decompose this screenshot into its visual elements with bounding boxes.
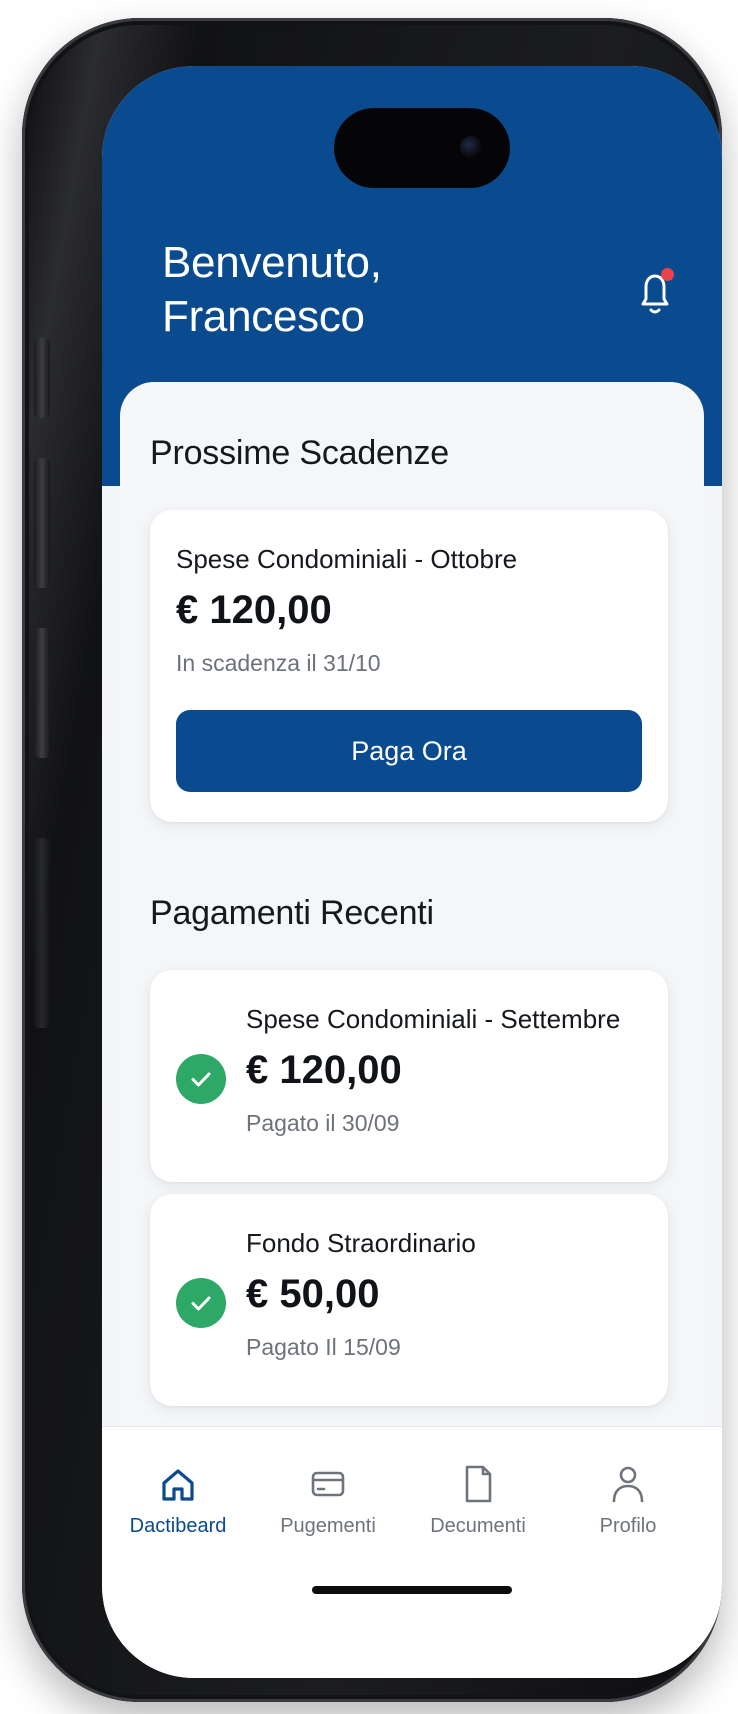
phone-frame: Benvenuto, Francesco Prossime Scadenze S… (22, 18, 722, 1702)
tab-label: Profilo (599, 1515, 657, 1537)
pay-now-button[interactable]: Paga Ora (176, 710, 642, 792)
recent-item-title: Fondo Straordinario (246, 1228, 476, 1258)
side-frame-accent (34, 838, 50, 1028)
document-icon (465, 1465, 492, 1503)
check-circle-icon (176, 1278, 226, 1328)
upcoming-item-due-date: In scadenza il 31/10 (176, 650, 381, 676)
card-icon (311, 1471, 345, 1497)
tab-label: Pugementi (280, 1515, 376, 1537)
tab-profile[interactable]: Profilo (568, 1461, 688, 1538)
app-screen: Benvenuto, Francesco Prossime Scadenze S… (102, 66, 722, 1678)
tab-label: Decumenti (430, 1515, 526, 1537)
upcoming-item-title: Spese Condominiali - Ottobre (176, 544, 518, 574)
volume-up-button (34, 458, 50, 588)
tab-label: Dactibeard (129, 1515, 227, 1537)
bottom-tab-bar: Dactibeard Pugementi Decumenti Profilo (102, 1426, 722, 1678)
welcome-user-name: Francesco (162, 292, 365, 341)
recent-section-title: Pagamenti Recenti (150, 894, 434, 932)
recent-item-title: Spese Condominiali - Settembre (246, 1004, 621, 1034)
recent-payment-card[interactable]: Fondo Straordinario € 50,00 Pagato Il 15… (150, 1194, 668, 1406)
notifications-button[interactable] (634, 268, 676, 320)
recent-item-paid-date: Pagato Il 15/09 (246, 1334, 401, 1360)
welcome-line-1: Benvenuto, (162, 238, 382, 287)
home-indicator[interactable] (312, 1586, 512, 1594)
notification-badge (661, 268, 674, 281)
upcoming-item-amount: € 120,00 (176, 588, 332, 632)
check-circle-icon (176, 1054, 226, 1104)
upcoming-section-title: Prossime Scadenze (150, 434, 449, 472)
recent-payment-card[interactable]: Spese Condominiali - Settembre € 120,00 … (150, 970, 668, 1182)
user-icon (612, 1466, 644, 1503)
action-button (34, 338, 50, 418)
recent-item-amount: € 50,00 (246, 1272, 380, 1316)
recent-item-paid-date: Pagato il 30/09 (246, 1110, 400, 1136)
welcome-heading: Benvenuto, Francesco (162, 236, 382, 344)
dynamic-island (334, 108, 510, 188)
recent-item-amount: € 120,00 (246, 1048, 402, 1092)
home-icon (162, 1469, 194, 1501)
tab-dashboard[interactable]: Dactibeard (118, 1461, 238, 1538)
volume-down-button (34, 628, 50, 758)
upcoming-payment-card: Spese Condominiali - Ottobre € 120,00 In… (150, 510, 668, 822)
tab-payments[interactable]: Pugementi (268, 1461, 388, 1538)
tab-documents[interactable]: Decumenti (418, 1461, 538, 1538)
